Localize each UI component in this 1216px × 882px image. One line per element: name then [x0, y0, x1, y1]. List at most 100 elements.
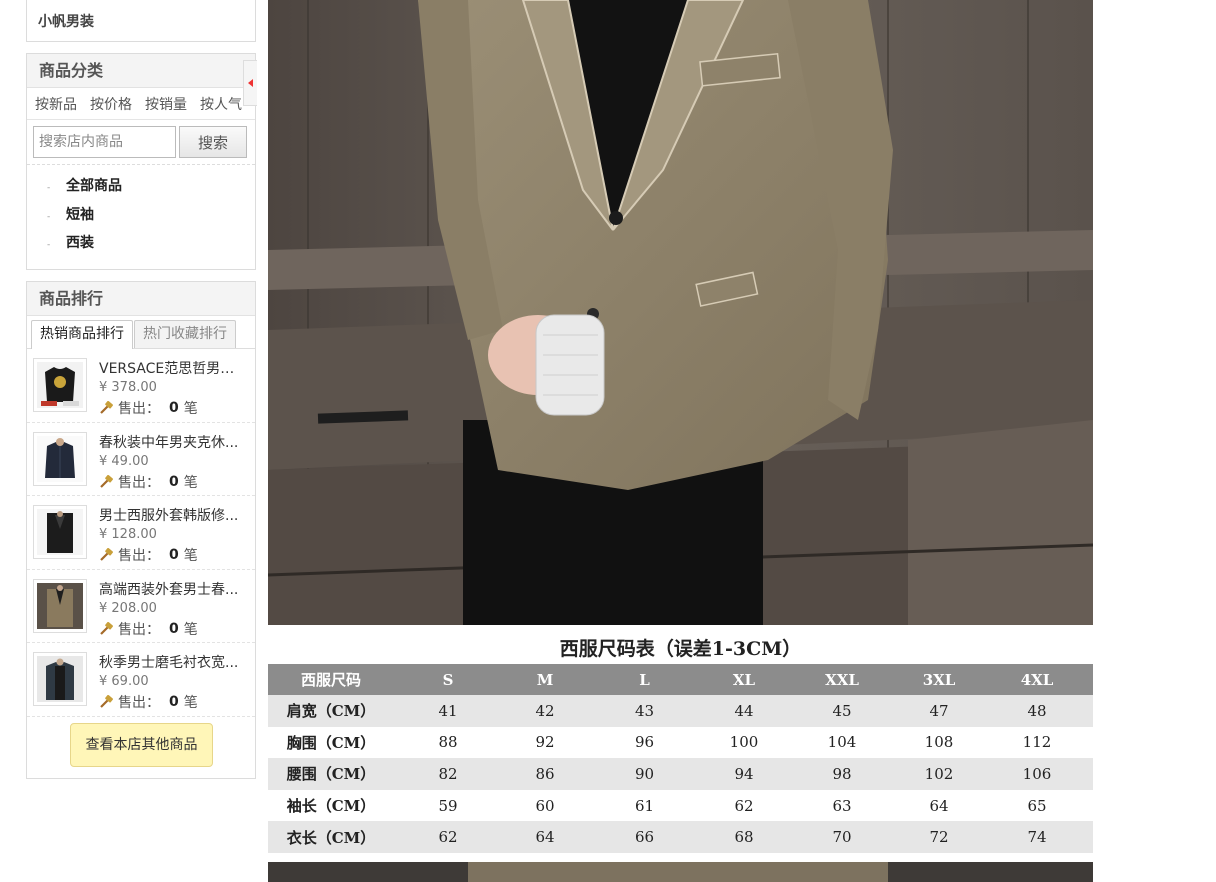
row-label: 袖长（CM）	[268, 789, 394, 822]
sold-count: 0	[169, 694, 179, 710]
collapse-sidebar-button[interactable]	[243, 60, 257, 106]
sort-by-sales[interactable]: 按销量	[145, 94, 187, 114]
product-sold: 售出： 0 笔	[99, 398, 198, 418]
product-thumbnail[interactable]	[33, 652, 87, 706]
size-cell: 42	[502, 695, 588, 727]
category-panel: 商品分类 按新品 按价格 按销量 按人气 搜索 - 全部商品 - 短袖 - 西装	[26, 53, 256, 270]
shop-name[interactable]: 小帆男装	[38, 11, 94, 31]
size-cell: 64	[502, 821, 588, 853]
size-cell: 47	[897, 695, 981, 727]
category-item-suit[interactable]: - 西装	[27, 228, 255, 257]
category-item-short-sleeve[interactable]: - 短袖	[27, 200, 255, 229]
size-cell: 92	[502, 726, 588, 759]
size-header-cell: XL	[701, 664, 787, 695]
product-detail-photo-next	[268, 862, 1093, 882]
sort-by-price[interactable]: 按价格	[90, 94, 132, 114]
sold-count: 0	[169, 620, 179, 637]
hammer-icon	[100, 621, 113, 635]
size-cell: 64	[897, 789, 981, 822]
row-label: 胸围（CM）	[268, 726, 394, 759]
next-photo-image	[268, 862, 1093, 882]
product-detail-photo	[268, 0, 1093, 625]
size-header-cell: 西服尺码	[268, 664, 394, 695]
tab-hot-sales[interactable]: 热销商品排行	[31, 320, 133, 349]
sold-count: 0	[169, 547, 179, 563]
hammer-icon	[100, 401, 113, 414]
hammer-icon	[100, 695, 113, 708]
row-label: 衣长（CM）	[268, 821, 394, 853]
size-cell: 82	[394, 758, 502, 790]
sold-label: 售出：	[118, 548, 160, 564]
product-name[interactable]: 春秋装中年男夹克休...	[99, 432, 244, 452]
sort-by-popularity[interactable]: 按人气	[200, 94, 242, 114]
ranking-title: 商品排行	[27, 282, 255, 316]
size-cell: 94	[701, 758, 787, 790]
size-cell: 63	[787, 789, 897, 822]
size-cell: 112	[981, 726, 1093, 759]
size-chart-table: 西服尺码 S M L XL XXL 3XL 4XL 肩宽（CM） 41 42 4…	[268, 664, 1093, 853]
category-title: 商品分类	[27, 54, 255, 88]
shop-name-box: 小帆男装	[26, 0, 256, 42]
size-cell: 60	[502, 789, 588, 822]
tab-hot-favorites[interactable]: 热门收藏排行	[134, 320, 236, 348]
size-cell: 62	[701, 789, 787, 822]
product-thumbnail[interactable]	[33, 431, 87, 486]
view-more-products-button[interactable]: 查看本店其他商品	[70, 723, 213, 767]
product-name[interactable]: 秋季男士磨毛衬衣宽...	[99, 652, 244, 672]
shirt-image	[37, 656, 83, 702]
product-name[interactable]: 男士西服外套韩版修...	[99, 505, 244, 525]
product-name[interactable]: 高端西装外套男士春...	[99, 579, 244, 599]
size-header-cell: L	[588, 664, 701, 695]
hammer-icon	[100, 548, 113, 561]
size-cell: 72	[897, 821, 981, 853]
product-thumbnail[interactable]	[33, 505, 87, 559]
sold-unit: 笔	[183, 401, 198, 417]
size-cell: 104	[787, 726, 897, 759]
sold-label: 售出：	[118, 621, 160, 638]
sold-unit: 笔	[183, 548, 198, 564]
ranking-product: 高端西装外套男士春... ¥ 208.00 售出： 0 笔	[27, 570, 255, 643]
size-cell: 106	[981, 758, 1093, 790]
collapse-left-icon	[248, 79, 253, 87]
product-sold: 售出： 0 笔	[99, 619, 198, 639]
sold-unit: 笔	[183, 695, 198, 711]
bullet-icon: -	[47, 183, 51, 193]
suit-model-image	[268, 0, 1093, 625]
category-label[interactable]: 短袖	[66, 204, 94, 224]
bullet-icon: -	[47, 211, 51, 222]
size-cell: 90	[588, 758, 701, 790]
size-row-waist: 腰围（CM） 82 86 90 94 98 102 106	[268, 758, 1093, 790]
size-row-shoulder: 肩宽（CM） 41 42 43 44 45 47 48	[268, 695, 1093, 727]
size-cell: 68	[701, 821, 787, 853]
shop-search-button[interactable]: 搜索	[179, 126, 247, 158]
category-list: - 全部商品 - 短袖 - 西装	[27, 165, 255, 257]
size-cell: 62	[394, 821, 502, 853]
category-item-all[interactable]: - 全部商品	[27, 171, 255, 200]
size-cell: 45	[787, 695, 897, 727]
sold-unit: 笔	[183, 621, 198, 638]
sort-by-new[interactable]: 按新品	[35, 94, 77, 114]
ranking-panel: 商品排行 热销商品排行 热门收藏排行 VERSACE范思哲男装... ¥ 378…	[26, 281, 256, 779]
product-thumbnail[interactable]	[33, 358, 87, 412]
product-price: ¥ 49.00	[99, 453, 149, 469]
category-label[interactable]: 西装	[66, 232, 94, 252]
product-thumbnail[interactable]	[33, 578, 87, 633]
size-header-cell: XXL	[787, 664, 897, 695]
size-cell: 70	[787, 821, 897, 853]
size-cell: 100	[701, 726, 787, 759]
shop-search-input[interactable]	[33, 126, 176, 158]
ranking-product: VERSACE范思哲男装... ¥ 378.00 售出： 0 笔	[27, 349, 255, 423]
product-name[interactable]: VERSACE范思哲男装...	[99, 358, 244, 378]
ranking-product: 秋季男士磨毛衬衣宽... ¥ 69.00 售出： 0 笔	[27, 643, 255, 717]
size-cell: 48	[981, 695, 1093, 727]
ranking-product: 男士西服外套韩版修... ¥ 128.00 售出： 0 笔	[27, 496, 255, 570]
shop-search: 搜索	[27, 120, 255, 165]
size-cell: 74	[981, 821, 1093, 853]
product-price: ¥ 128.00	[99, 527, 157, 542]
category-label[interactable]: 全部商品	[66, 175, 122, 195]
sold-unit: 笔	[183, 474, 198, 491]
size-cell: 66	[588, 821, 701, 853]
product-price: ¥ 208.00	[99, 600, 157, 616]
size-cell: 61	[588, 789, 701, 822]
sold-label: 售出：	[118, 695, 160, 711]
